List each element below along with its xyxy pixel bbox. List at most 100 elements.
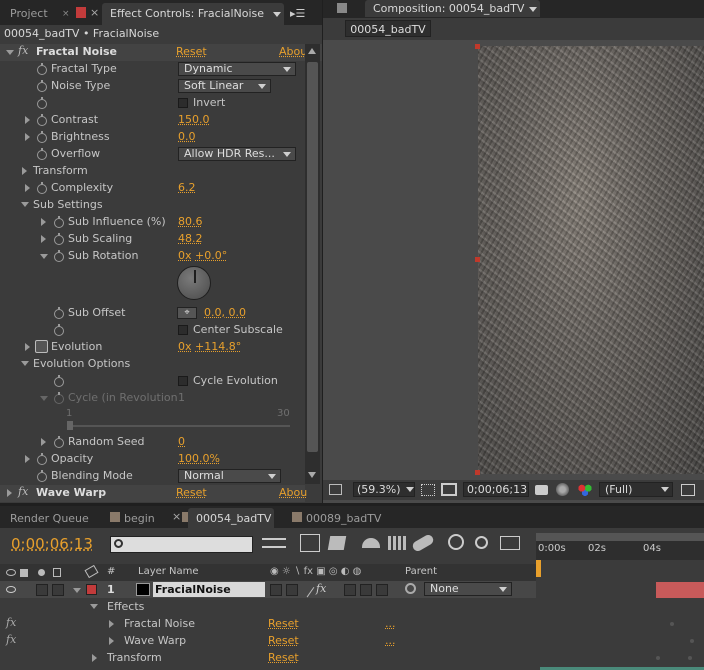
current-time-display[interactable]: 0;00;06;13	[11, 535, 93, 553]
lock-toggle[interactable]	[52, 584, 64, 596]
work-area-bar[interactable]	[536, 533, 704, 541]
chevron-right-icon[interactable]	[109, 620, 114, 628]
eye-icon[interactable]	[6, 586, 16, 593]
evolution-degrees[interactable]: +114.8°	[195, 340, 241, 353]
chevron-down-icon[interactable]	[273, 12, 281, 17]
close-icon[interactable]: ×	[172, 510, 181, 523]
chevron-down-icon[interactable]	[21, 361, 29, 366]
brainstorm-icon[interactable]	[448, 534, 464, 550]
chevron-right-icon[interactable]	[7, 489, 12, 497]
scrollbar[interactable]	[305, 44, 320, 484]
layer-name-field[interactable]: FracialNoise	[153, 582, 265, 597]
always-preview-icon[interactable]	[329, 484, 342, 495]
composition-mini-flowchart-icon[interactable]	[262, 538, 286, 548]
sub-offset-value[interactable]: 0.0, 0.0	[204, 306, 246, 319]
chevron-down-icon[interactable]	[73, 588, 81, 593]
chevron-right-icon[interactable]	[41, 218, 46, 226]
chevron-right-icon[interactable]	[25, 455, 30, 463]
chevron-right-icon[interactable]	[25, 184, 30, 192]
auto-keyframe-icon[interactable]	[475, 536, 488, 549]
chevron-right-icon[interactable]	[41, 235, 46, 243]
stopwatch-icon[interactable]	[37, 148, 47, 160]
menu-icon[interactable]: ▸☰	[290, 7, 305, 20]
reset-link[interactable]: Reset	[176, 45, 207, 58]
about-link[interactable]: Abou	[279, 45, 307, 58]
chevron-right-icon[interactable]	[92, 654, 97, 662]
crosshair-icon[interactable]: ⌖	[177, 307, 197, 319]
chevron-down-icon[interactable]	[406, 487, 414, 492]
stopwatch-icon[interactable]	[37, 182, 47, 194]
camera-icon[interactable]	[535, 485, 548, 495]
fx-icon[interactable]: fx	[6, 616, 16, 629]
chevron-down-icon[interactable]	[90, 604, 98, 609]
comp-name-button[interactable]: 00054_badTV	[345, 20, 431, 37]
chevron-down-icon[interactable]	[6, 50, 14, 55]
layer-switch-slash[interactable]	[286, 584, 298, 596]
parent-dropdown[interactable]: None	[424, 582, 512, 596]
reset-link[interactable]: Reset	[268, 634, 299, 647]
motion-blur-icon[interactable]	[410, 533, 436, 553]
comp-viewer-image[interactable]	[478, 46, 704, 474]
live-update-icon[interactable]	[300, 534, 320, 552]
timeline-search-input[interactable]	[110, 536, 253, 553]
sub-rotation-degrees[interactable]: +0.0°	[195, 249, 227, 262]
frame-blending-icon[interactable]	[388, 536, 408, 550]
close-icon[interactable]: ×	[62, 10, 70, 19]
cycle-evolution-checkbox[interactable]	[178, 376, 188, 386]
show-snapshot-icon[interactable]	[556, 483, 569, 496]
stopwatch-icon[interactable]	[54, 250, 64, 262]
timecode-field[interactable]: 0;00;06;13	[463, 482, 529, 497]
layer-switch-quality[interactable]	[270, 584, 282, 596]
evolution-revolutions[interactable]: 0x	[178, 340, 192, 353]
layer-duration-bar[interactable]	[656, 582, 704, 598]
tab-composition[interactable]: Composition: 00054_badTV	[365, 0, 540, 17]
layer-switch-3d[interactable]	[376, 584, 388, 596]
complexity-value[interactable]: 6.2	[178, 181, 196, 194]
keyframe-marker[interactable]	[670, 622, 674, 626]
stopwatch-active-icon[interactable]	[35, 340, 48, 353]
overflow-dropdown[interactable]: Allow HDR Res...	[178, 147, 296, 161]
chevron-right-icon[interactable]	[25, 116, 30, 124]
chevron-down-icon[interactable]	[40, 254, 48, 259]
graph-editor-icon[interactable]	[500, 536, 520, 550]
ellipsis-link[interactable]: ...	[385, 617, 396, 630]
chevron-down-icon[interactable]	[21, 202, 29, 207]
keyframe-marker[interactable]	[690, 639, 694, 643]
stopwatch-icon[interactable]	[37, 63, 47, 75]
sub-scaling-value[interactable]: 48.2	[178, 232, 203, 245]
reset-link[interactable]: Reset	[268, 617, 299, 630]
stopwatch-icon[interactable]	[54, 233, 64, 245]
reset-link[interactable]: Reset	[176, 486, 207, 499]
layer-switch-adjustment[interactable]	[360, 584, 372, 596]
mask-visibility-icon[interactable]	[441, 483, 457, 496]
chevron-down-icon[interactable]	[661, 487, 669, 492]
pickwhip-icon[interactable]	[405, 583, 416, 594]
opacity-value[interactable]: 100.0%	[178, 452, 220, 465]
tab-begin[interactable]: begin	[116, 508, 163, 530]
tab-effect-controls[interactable]: Effect Controls: FracialNoise	[102, 3, 284, 25]
chevron-right-icon[interactable]	[22, 167, 27, 175]
draft-3d-icon[interactable]	[327, 536, 347, 550]
blending-mode-dropdown[interactable]: Normal	[178, 469, 281, 483]
stopwatch-icon[interactable]	[54, 307, 64, 319]
stopwatch-icon[interactable]	[37, 131, 47, 143]
stopwatch-icon[interactable]	[37, 114, 47, 126]
tab-00089-badtv[interactable]: 00089_badTV	[298, 508, 389, 530]
chevron-right-icon[interactable]	[41, 438, 46, 446]
center-subscale-checkbox[interactable]	[178, 325, 188, 335]
hide-shy-layers-icon[interactable]	[362, 538, 380, 548]
chevron-down-icon[interactable]	[529, 7, 537, 12]
stopwatch-icon[interactable]	[37, 453, 47, 465]
close-icon[interactable]: ×	[90, 6, 99, 19]
ellipsis-link[interactable]: ...	[385, 634, 396, 647]
stopwatch-icon[interactable]	[37, 470, 47, 482]
layer-fx-toggle[interactable]: fx	[316, 582, 326, 595]
playhead[interactable]	[536, 560, 541, 577]
region-of-interest-icon[interactable]	[681, 484, 695, 496]
fractal-type-dropdown[interactable]: Dynamic	[178, 62, 296, 76]
scroll-up-icon[interactable]	[308, 48, 316, 54]
audio-toggle[interactable]	[36, 584, 48, 596]
grid-icon[interactable]	[421, 484, 435, 496]
layer-label-color[interactable]	[86, 584, 97, 595]
invert-checkbox[interactable]	[178, 98, 188, 108]
